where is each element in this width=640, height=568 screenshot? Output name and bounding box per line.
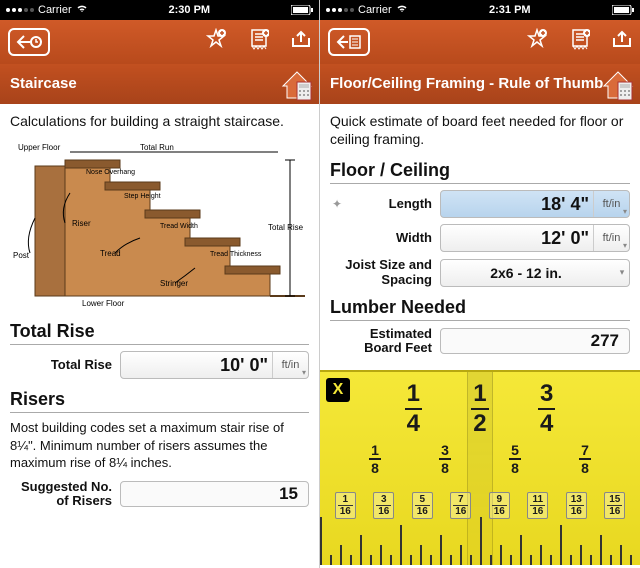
list-icon[interactable] [249, 28, 269, 56]
fraction-7-8[interactable]: 78 [579, 442, 591, 476]
risers-heading: Risers [10, 385, 309, 413]
total-rise-label: Total Rise [10, 358, 120, 372]
suggested-risers-label: Suggested No. of Risers [10, 480, 120, 509]
favorite-icon[interactable] [205, 28, 227, 56]
carrier-label: Carrier [358, 4, 392, 16]
svg-text:Step Height: Step Height [124, 193, 161, 200]
share-icon[interactable] [291, 30, 311, 54]
wifi-icon [76, 4, 88, 16]
svg-text:Post: Post [13, 251, 30, 260]
title-bar: Floor/Ceiling Framing - Rule of Thumb [320, 64, 640, 104]
status-time: 2:30 PM [169, 4, 211, 16]
svg-text:Nose Overhang: Nose Overhang [86, 169, 135, 176]
svg-text:Stringer: Stringer [160, 279, 188, 288]
ruler-quarters-row: 14 12 34 [320, 380, 640, 438]
fraction-5-8[interactable]: 58 [509, 442, 521, 476]
screen-framing: Carrier 2:31 PM Floor/Ceiling Framing - … [320, 0, 640, 568]
boardfeet-value: 277 [440, 328, 630, 354]
length-unit-picker[interactable]: ft/in [593, 191, 629, 217]
total-rise-input[interactable]: 10' 0" ft/in [120, 351, 309, 379]
screen-staircase: Carrier 2:30 PM Staircase Calculations f… [0, 0, 320, 568]
boardfeet-label: Estimated Board Feet [330, 327, 440, 356]
description: Quick estimate of board feet needed for … [330, 112, 630, 148]
fraction-3-8[interactable]: 38 [439, 442, 451, 476]
back-button[interactable] [328, 28, 370, 56]
favorite-icon[interactable] [526, 28, 548, 56]
status-time: 2:31 PM [489, 4, 531, 16]
total-rise-heading: Total Rise [10, 317, 309, 345]
risers-note: Most building codes set a maximum stair … [10, 419, 309, 472]
page-title: Staircase [10, 75, 309, 93]
width-label: Width [330, 231, 440, 245]
add-field-icon[interactable]: ✦ [332, 197, 342, 211]
svg-text:Total Run: Total Run [140, 143, 174, 152]
house-calc-icon [279, 66, 315, 106]
share-icon[interactable] [612, 30, 632, 54]
floor-ceiling-heading: Floor / Ceiling [330, 156, 630, 184]
width-unit-picker[interactable]: ft/in [593, 225, 629, 251]
svg-text:Riser: Riser [72, 219, 91, 228]
content-area: Quick estimate of board feet needed for … [320, 104, 640, 370]
fraction-3-4[interactable]: 34 [538, 380, 555, 438]
battery-icon [612, 5, 634, 15]
staircase-diagram: Upper Floor Total Run Nose Overhang Step… [10, 138, 310, 308]
svg-text:Tread Thickness: Tread Thickness [210, 251, 262, 258]
width-input[interactable]: 12' 0" ft/in [440, 224, 630, 252]
battery-icon [291, 5, 313, 15]
fraction-1-4[interactable]: 14 [405, 380, 422, 438]
status-bar: Carrier 2:31 PM [320, 0, 640, 20]
svg-text:Upper Floor: Upper Floor [18, 143, 61, 152]
length-label: Length [330, 197, 440, 211]
length-input[interactable]: 18' 4" ft/in [440, 190, 630, 218]
description: Calculations for building a straight sta… [10, 112, 309, 130]
svg-text:Total Rise: Total Rise [268, 223, 304, 232]
fraction-ruler-keyboard[interactable]: X 141234 18385878 1163165167169161116131… [320, 370, 640, 565]
lumber-heading: Lumber Needed [330, 293, 630, 321]
nav-bar [0, 20, 319, 64]
nav-bar [320, 20, 640, 64]
wifi-icon [396, 4, 408, 16]
total-rise-unit-picker[interactable]: ft/in [272, 352, 308, 378]
status-bar: Carrier 2:30 PM [0, 0, 319, 20]
page-title: Floor/Ceiling Framing - Rule of Thumb [330, 75, 630, 93]
ruler-ticks [320, 515, 640, 565]
title-bar: Staircase [0, 64, 319, 104]
svg-text:Lower Floor: Lower Floor [82, 299, 125, 308]
svg-text:Tread Width: Tread Width [160, 223, 198, 230]
joist-select[interactable]: 2x6 - 12 in. ▾ [440, 259, 630, 287]
carrier-label: Carrier [38, 4, 72, 16]
house-calc-icon [600, 66, 636, 106]
suggested-risers-value: 15 [120, 481, 309, 507]
fraction-1-2[interactable]: 12 [471, 380, 488, 438]
list-icon[interactable] [570, 28, 590, 56]
back-button[interactable] [8, 28, 50, 56]
ruler-eighths-row: 18 38 58 78 [320, 442, 640, 476]
content-area: Calculations for building a straight sta… [0, 104, 319, 522]
fraction-1-8[interactable]: 18 [369, 442, 381, 476]
joist-label: Joist Size and Spacing [330, 258, 440, 287]
